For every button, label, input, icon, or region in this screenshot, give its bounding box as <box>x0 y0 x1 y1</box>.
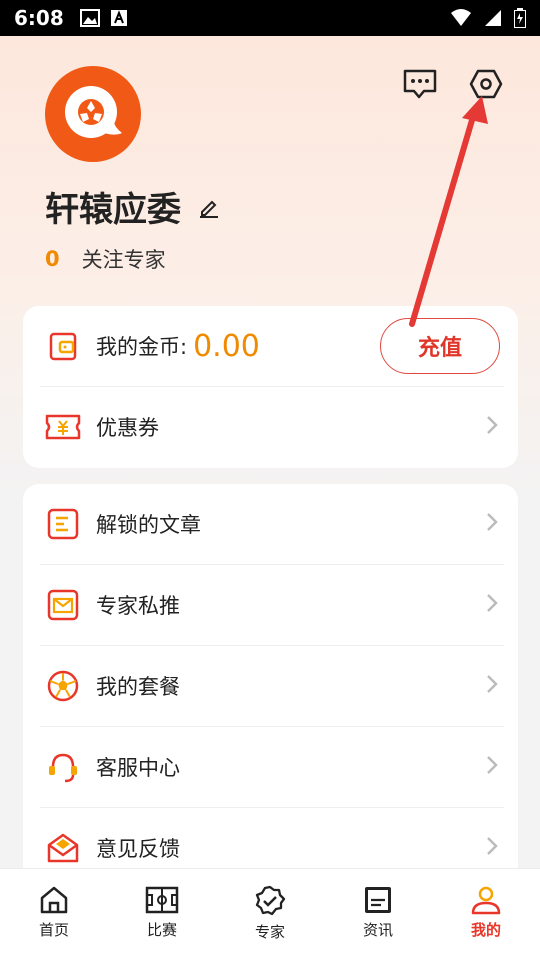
message-icon <box>403 69 437 99</box>
battery-icon <box>514 8 526 28</box>
settings-button[interactable] <box>466 64 506 104</box>
chevron-right-icon <box>487 837 498 855</box>
wifi-icon <box>451 9 471 26</box>
coins-label: 我的金币: <box>96 335 188 359</box>
menu-item-my-packages[interactable]: 我的套餐 <box>23 646 518 726</box>
follow-label: 关注专家 <box>81 248 166 272</box>
chevron-right-icon <box>487 756 498 774</box>
coins-value: 0.00 <box>193 328 260 364</box>
tab-label: 首页 <box>38 921 69 939</box>
menu-item-label: 解锁的文章 <box>96 513 201 537</box>
coupon-icon <box>45 414 81 440</box>
message-button[interactable] <box>400 64 440 104</box>
signal-icon <box>485 10 501 26</box>
news-icon <box>365 887 391 913</box>
person-icon <box>471 886 501 915</box>
tab-label: 专家 <box>254 923 285 941</box>
bottom-tab-bar: 首页 比赛 专家 资讯 我的 <box>0 868 540 960</box>
chevron-right-icon <box>487 675 498 693</box>
menu-item-expert-private-picks[interactable]: 专家私推 <box>23 565 518 645</box>
coupon-row[interactable]: 优惠券 <box>23 387 518 467</box>
tab-label: 资讯 <box>362 921 393 939</box>
tab-mine[interactable]: 我的 <box>432 869 540 960</box>
username: 轩辕应委 <box>45 190 181 230</box>
avatar[interactable] <box>45 66 141 162</box>
menu-item-label: 意见反馈 <box>96 837 180 861</box>
article-icon <box>47 508 79 540</box>
football-icon <box>47 670 79 702</box>
app-logo-icon <box>65 86 122 138</box>
menu-card: 解锁的文章 专家私推 我的套餐 客服中心 意见反馈 <box>23 484 518 884</box>
followed-experts[interactable]: 0 关注专家 <box>45 244 166 274</box>
chevron-right-icon <box>487 594 498 612</box>
wallet-icon <box>49 332 77 361</box>
follow-count: 0 <box>45 247 60 271</box>
tab-home[interactable]: 首页 <box>0 869 108 960</box>
verified-badge-icon <box>255 885 286 916</box>
status-time: 6:08 <box>14 6 64 30</box>
chevron-right-icon <box>487 416 498 434</box>
tab-label: 我的 <box>470 921 501 939</box>
app-notification-icon <box>110 10 127 26</box>
coupon-label: 优惠券 <box>96 416 159 440</box>
coins-row: 我的金币: 0.00 充值 <box>23 306 518 386</box>
tab-news[interactable]: 资讯 <box>324 869 432 960</box>
menu-item-label: 客服中心 <box>96 756 180 780</box>
menu-item-label: 我的套餐 <box>96 675 180 699</box>
username-row: 轩辕应委 <box>45 182 221 231</box>
tab-experts[interactable]: 专家 <box>216 869 324 960</box>
tab-matches[interactable]: 比赛 <box>108 869 216 960</box>
feedback-envelope-icon <box>47 833 79 863</box>
settings-icon <box>469 69 503 99</box>
menu-item-label: 专家私推 <box>96 594 180 618</box>
gallery-notification-icon <box>79 9 100 27</box>
mail-icon <box>47 589 79 621</box>
headset-icon <box>49 753 77 783</box>
field-icon <box>145 886 179 914</box>
menu-item-unlocked-articles[interactable]: 解锁的文章 <box>23 484 518 564</box>
recharge-button[interactable]: 充值 <box>380 318 500 374</box>
wallet-card: 我的金币: 0.00 充值 优惠券 <box>23 306 518 468</box>
status-bar: 6:08 <box>0 0 540 36</box>
home-icon <box>40 886 68 914</box>
chevron-right-icon <box>487 513 498 531</box>
tab-label: 比赛 <box>146 921 177 939</box>
edit-icon[interactable] <box>197 195 221 219</box>
menu-item-customer-service[interactable]: 客服中心 <box>23 727 518 807</box>
